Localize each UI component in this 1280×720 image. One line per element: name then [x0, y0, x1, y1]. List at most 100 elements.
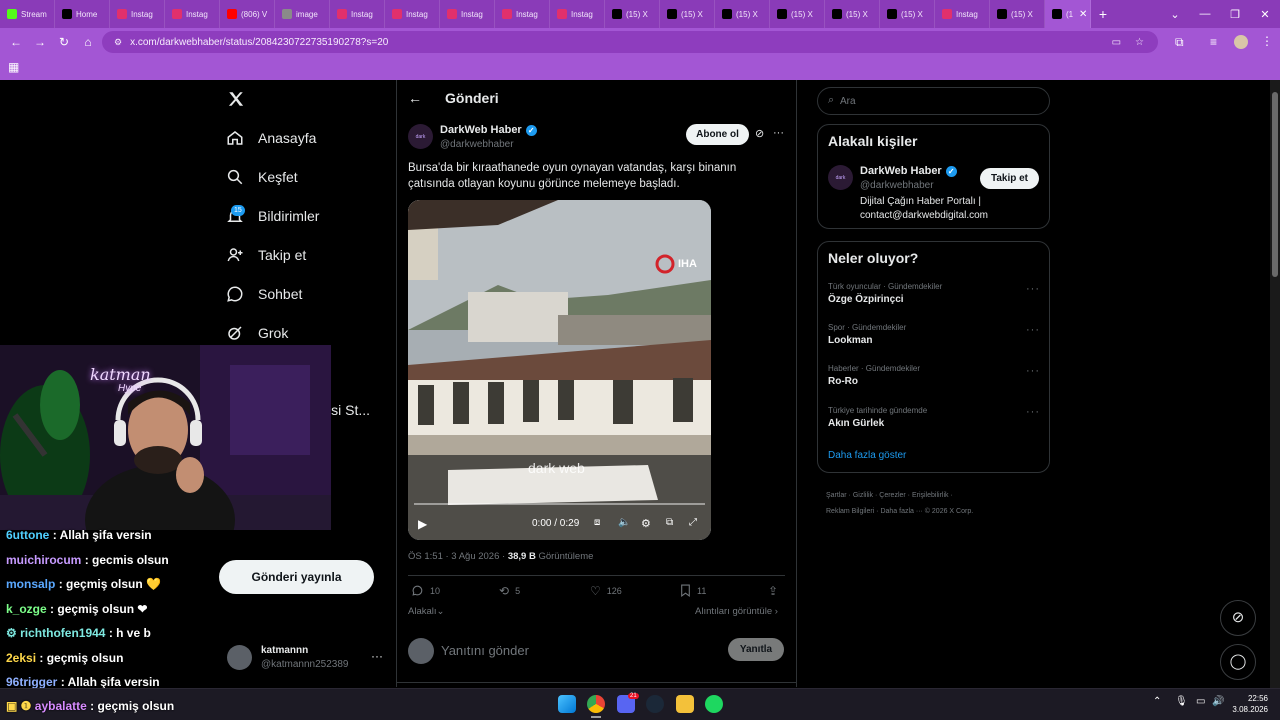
browser-tab[interactable]: Instag [495, 0, 550, 28]
post-more-icon[interactable]: ··· [773, 127, 784, 139]
messages-float-button[interactable]: ◯ [1220, 644, 1256, 680]
like-action[interactable]: ♡ 126 [590, 584, 622, 598]
browser-tab[interactable]: (15) X [660, 0, 715, 28]
tab-close-icon[interactable]: ✕ [1079, 9, 1091, 20]
browser-tab[interactable]: (806) V [220, 0, 275, 28]
browser-tab[interactable]: Instag [935, 0, 990, 28]
nav-item-chat[interactable]: Sohbet [226, 285, 302, 303]
steam-icon[interactable] [646, 695, 664, 713]
tab-favicon-icon [557, 9, 567, 19]
x-logo-icon[interactable] [227, 90, 245, 108]
reading-list-icon[interactable]: ≡ [1210, 35, 1217, 49]
settings-icon[interactable]: ⚙ [641, 517, 651, 530]
menu-icon[interactable]: ⋮ [1261, 34, 1273, 48]
browser-tab[interactable]: Instag [550, 0, 605, 28]
close-window-icon[interactable]: ✕ [1250, 8, 1280, 21]
restore-icon[interactable]: ❐ [1220, 8, 1250, 21]
person-name[interactable]: DarkWeb Haber ✓ [860, 165, 957, 177]
spotify-icon[interactable] [705, 695, 723, 713]
profile-avatar[interactable] [1234, 35, 1248, 49]
browser-tab[interactable]: (15) X [770, 0, 825, 28]
person-avatar[interactable]: dark [828, 165, 853, 190]
nav-item-premium[interactable]: isi St... [328, 402, 370, 418]
browser-tab[interactable]: (15) X [605, 0, 660, 28]
pip-icon[interactable]: ⧉ [666, 517, 673, 528]
browser-tab[interactable]: (15) X [825, 0, 880, 28]
post-button[interactable]: Gönderi yayınla [219, 560, 374, 594]
trend-name[interactable]: Ro-Ro [828, 376, 858, 387]
forward-icon[interactable]: → [28, 35, 52, 49]
reply-action[interactable]: 10 [411, 584, 440, 597]
home-icon[interactable]: ⌂ [76, 35, 100, 49]
subscribe-button[interactable]: Abone ol [686, 124, 749, 145]
search-input[interactable]: ⌕ Ara [817, 87, 1050, 115]
nav-item-grok[interactable]: Grok [226, 324, 288, 342]
nav-item-home[interactable]: Anasayfa [226, 129, 316, 147]
bookmark-action[interactable]: 11 [680, 584, 706, 597]
speaker-icon[interactable]: 🔊 [1212, 696, 1224, 707]
fullscreen-icon[interactable]: ⤢ [689, 517, 697, 528]
tab-label: Instag [351, 9, 373, 19]
cast-icon[interactable]: ▭ [1112, 37, 1121, 48]
browser-tab[interactable]: (15) X [715, 0, 770, 28]
bookmark-star-icon[interactable]: ☆ [1135, 37, 1144, 48]
trend-name[interactable]: Lookman [828, 335, 872, 346]
start-icon[interactable] [558, 695, 576, 713]
browser-tab[interactable]: Instag [165, 0, 220, 28]
nav-item-follow[interactable]: Takip et [226, 246, 306, 264]
browser-tab[interactable]: (15) X [880, 0, 935, 28]
volume-icon[interactable]: 🔈 [618, 517, 630, 528]
view-quotes-link[interactable]: Alıntıları görüntüle › [695, 606, 778, 617]
sort-relevant-button[interactable]: Alakalı⌄ [408, 606, 444, 617]
clock[interactable]: 22:56 3.08.2026 [1226, 693, 1268, 715]
trend-more-icon[interactable]: ··· [1026, 283, 1040, 295]
minimize-icon[interactable]: — [1190, 8, 1220, 20]
file-explorer-icon[interactable] [676, 695, 694, 713]
show-more-link[interactable]: Daha fazla göster [828, 450, 906, 461]
trend-more-icon[interactable]: ··· [1026, 406, 1040, 418]
repost-action[interactable]: ⟲ 5 [499, 584, 520, 598]
play-icon[interactable]: ▶ [418, 517, 427, 531]
address-bar[interactable]: ⚙ x.com/darkwebhaber/status/208423072273… [102, 31, 1158, 53]
reply-input[interactable]: Yanıtını gönder [441, 643, 529, 658]
new-tab-button[interactable]: + [1091, 6, 1115, 22]
follow-button[interactable]: Takip et [980, 168, 1039, 189]
network-icon[interactable]: ▭ [1196, 696, 1205, 707]
account-switcher[interactable]: katmannn @katmannn252389 ··· [226, 643, 386, 673]
author-name[interactable]: DarkWeb Haber ✓ [440, 124, 537, 136]
share-action[interactable]: ⇪ [768, 584, 778, 598]
reload-icon[interactable]: ↻ [52, 35, 76, 49]
tab-search-icon[interactable]: ⌄ [1160, 8, 1190, 21]
nav-item-explore[interactable]: Keşfet [226, 168, 298, 186]
author-avatar[interactable]: dark [408, 124, 433, 149]
browser-tab[interactable]: Instag [385, 0, 440, 28]
back-arrow-icon[interactable]: ← [408, 90, 422, 106]
browser-tab[interactable]: image [275, 0, 330, 28]
browser-tab[interactable]: Instag [110, 0, 165, 28]
microphone-icon[interactable]: 🎙 [1175, 696, 1188, 707]
grok-float-button[interactable]: ⊘ [1220, 600, 1256, 636]
chrome-icon[interactable] [587, 695, 605, 713]
browser-tab[interactable]: Stream [0, 0, 55, 28]
site-info-icon[interactable]: ⚙ [114, 37, 122, 48]
trend-name[interactable]: Özge Özpirinçci [828, 294, 904, 305]
trend-name[interactable]: Akın Gürlek [828, 418, 884, 429]
browser-tab[interactable]: Home [55, 0, 110, 28]
video-player[interactable]: IHA dark web ▶ 0:00 / 0:29 ⧈ 🔈 ⚙ ⧉ ⤢ [408, 200, 711, 540]
video-progress-bar[interactable] [414, 503, 705, 505]
back-icon[interactable]: ← [4, 35, 28, 49]
browser-tab[interactable]: Instag [330, 0, 385, 28]
apps-grid-icon[interactable]: ▦ [8, 60, 19, 74]
browser-tab[interactable]: Instag [440, 0, 495, 28]
extensions-icon[interactable]: ⧉ [1175, 35, 1184, 50]
nav-label: Anasayfa [258, 130, 317, 146]
trend-more-icon[interactable]: ··· [1026, 324, 1040, 336]
reply-button[interactable]: Yanıtla [728, 638, 784, 661]
scrollbar-thumb[interactable] [1272, 92, 1278, 277]
browser-tab[interactable]: (15) X [990, 0, 1045, 28]
more-icon[interactable]: ··· [371, 649, 383, 663]
tray-chevron-icon[interactable]: ⌃ [1153, 696, 1161, 707]
trend-more-icon[interactable]: ··· [1026, 365, 1040, 377]
captions-icon[interactable]: ⧈ [594, 517, 600, 528]
grok-explain-icon[interactable]: ⊘ [755, 127, 764, 140]
